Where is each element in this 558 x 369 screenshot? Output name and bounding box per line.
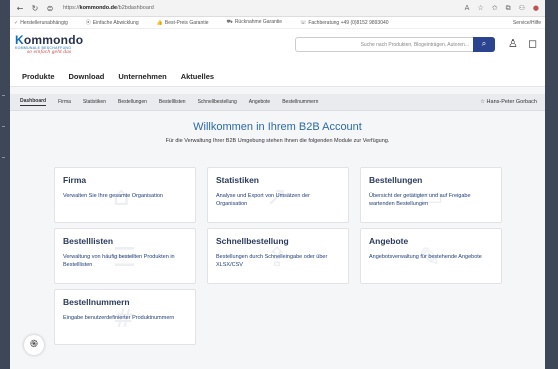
info-bar: ✓ Herstellerunabhängig ⦿ Einfache Abwicklu… [10,17,545,29]
reload-icon[interactable]: ↻ [31,4,39,13]
card-bestelllisten[interactable]: ☰ Bestelllisten Verwaltung von häufig be… [54,228,196,284]
target-icon: ⦿ [85,20,91,26]
tab-firma[interactable]: Firma [58,99,71,105]
tab-angebote[interactable]: Angebote [249,99,270,105]
check-icon: ✓ [14,19,19,26]
account-subnav: Dashboard Firma Statistiken Bestellungen… [10,94,545,111]
profile-icon[interactable]: ● [533,4,539,13]
card-bestellungen[interactable]: ▭ Bestellungen Übersicht der getätigten … [360,167,502,223]
card-description: Analyse und Export von Umsätzen der Orga… [216,193,310,207]
page-subtitle: Für die Verwaltung Ihrer B2B Umgebung st… [165,138,390,144]
kommondo-logo[interactable]: Kommondo KOMMUNALE BESCHAFFUNG so einfac… [15,33,83,55]
tab-bestellungen[interactable]: Bestellungen [118,99,147,105]
service-help-link[interactable]: Service/Hilfe [513,20,541,26]
truck-icon: ⛟ [226,19,233,25]
card-description: Eingabe benutzerdefinierter Produktnumme… [63,315,175,321]
site-header: Kommondo KOMMUNALE BESCHAFFUNG so einfac… [10,29,545,67]
card-title: Bestellungen [369,175,423,185]
card-description: Verwaltung von häufig bestellten Produkt… [63,254,175,268]
address-bar[interactable]: https://kommondo.de/b2bdashboard [63,5,458,11]
star-icon[interactable]: ☆ [477,4,483,13]
card-description: Angebotsverwaltung für bestehende Angebo… [369,254,482,260]
card-title: Statistiken [216,175,259,185]
lock-icon[interactable]: ⊜ [46,4,54,13]
nav-aktuelles[interactable]: Aktuelles [181,72,214,81]
nav-produkte[interactable]: Produkte [22,72,55,81]
favorites-icon[interactable]: ✩ [492,4,498,13]
search-icon: ⌕ [481,39,487,48]
infobar-item: ⛟ Rücknahme Garantie [226,19,283,25]
card-title: Firma [63,175,87,185]
infobar-item: ⦿ Einfache Abwicklung [85,20,139,26]
thumbs-up-icon: 👍 [156,19,163,26]
infobar-item: 👍 Best-Preis Garantie [156,19,209,26]
search-button[interactable]: ⌕ [473,37,495,52]
search-box[interactable]: Suche nach Produkten, Blogeinträgen, Aut… [295,37,495,52]
collections-icon[interactable]: ⧉ [506,4,511,13]
card-description: Übersicht der getätigten und auf Freigab… [369,193,471,207]
left-edge-markers [2,95,6,188]
card-statistiken[interactable]: ↗ Statistiken Analyse und Export von Ums… [207,167,349,223]
card-description: Verwalten Sie Ihre gesamte Organisation [63,193,163,199]
cart-icon[interactable]: ◻ [528,37,537,50]
extension-icon[interactable]: ⚇ [519,4,525,13]
phone-icon: ☏ [300,19,307,26]
nav-unternehmen[interactable]: Unternehmen [118,72,166,81]
fingerprint-icon[interactable]: ֍ [24,335,44,355]
infobar-item: ✓ Herstellerunabhängig [14,19,68,26]
tab-statistiken[interactable]: Statistiken [83,99,106,105]
card-angebote[interactable]: ✎ Angebote Angebotsverwaltung für besteh… [360,228,502,284]
card-title: Bestellnummern [63,297,130,307]
main-navigation: Produkte Download Unternehmen Aktuelles [10,67,545,87]
tab-bestellnummern[interactable]: Bestellnummern [282,99,318,105]
tab-schnellbestellung[interactable]: Schnellbestellung [198,99,237,105]
browser-window: ← ↻ ⊜ https://kommondo.de/b2bdashboard A… [10,0,545,369]
tab-dashboard[interactable]: Dashboard [20,98,47,106]
account-icon[interactable]: ♙ [508,37,518,50]
infobar-item[interactable]: ☏ Fachberatung +49 (0)8152 9893040 [300,20,388,26]
card-bestellnummern[interactable]: # Bestellnummern Eingabe benutzerdefinie… [54,289,196,345]
nav-download[interactable]: Download [69,72,105,81]
card-schnellbestellung[interactable]: ⇪ Schnellbestellung Bestellungen durch S… [207,228,349,284]
page-title: Willkommen in Ihrem B2B Account [193,121,362,133]
card-title: Schnellbestellung [216,236,289,246]
card-firma[interactable]: ⌂ Firma Verwalten Sie Ihre gesamte Organ… [54,167,196,223]
read-aloud-icon[interactable]: A [465,4,470,13]
card-description: Bestellungen durch Schnelleingabe oder ü… [216,254,328,268]
user-menu[interactable]: ☆ Hans-Peter Gorbach [480,99,537,105]
search-input[interactable]: Suche nach Produkten, Blogeinträgen, Aut… [361,42,469,48]
star-icon: ☆ [480,99,486,105]
welcome-section: Willkommen in Ihrem B2B Account Für die … [10,121,545,144]
tab-bestelllisten[interactable]: Bestelllisten [159,99,186,105]
back-icon[interactable]: ← [16,4,24,13]
card-title: Angebote [369,236,409,246]
browser-toolbar: ← ↻ ⊜ https://kommondo.de/b2bdashboard A… [10,0,545,17]
card-title: Bestelllisten [63,236,114,246]
